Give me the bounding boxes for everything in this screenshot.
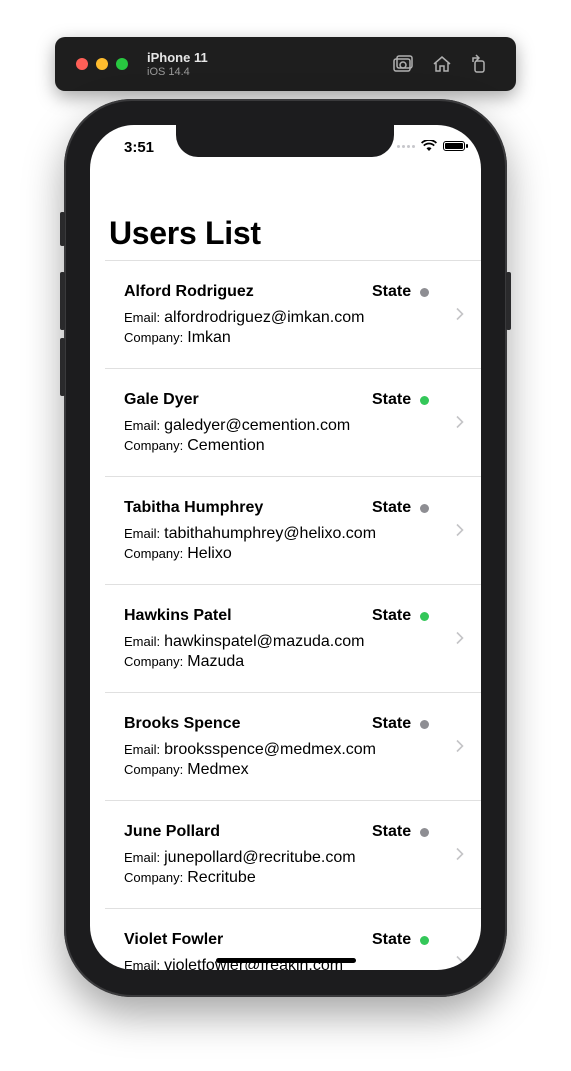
state-label: State [372,283,412,300]
chevron-right-icon [456,847,464,861]
state-indicator [420,288,429,297]
user-name: Brooks Spence [124,715,241,732]
state-label: State [372,715,412,732]
chevron-right-icon [456,523,464,537]
company-line: Company: Helixo [124,545,232,563]
email-label: Email: [124,526,161,541]
company-label: Company: [124,438,184,453]
user-name: Gale Dyer [124,391,199,408]
email-value: junepollard@recritube.com [164,849,356,866]
battery-icon [443,141,468,151]
user-row[interactable]: Alford Rodriguez State Email: alfordrodrigu… [105,260,481,368]
state-label: State [372,823,412,840]
company-value: Mazuda [187,653,245,670]
simulator-os-version: iOS 14.4 [147,66,190,78]
page-title: Users List [109,215,261,251]
notch [176,125,394,157]
user-name: Alford Rodriguez [124,283,254,300]
user-name: Hawkins Patel [124,607,232,624]
state-indicator [420,720,429,729]
state-label: State [372,499,412,516]
power-button [506,272,511,330]
email-value: hawkinspatel@mazuda.com [164,633,365,650]
phone-screen: 3:51 Users List Alford Rodriguez State Ema… [90,125,481,970]
email-label: Email: [124,310,161,325]
email-value: tabithahumphrey@helixo.com [164,525,377,542]
user-name: Tabitha Humphrey [124,499,264,516]
email-label: Email: [124,418,161,433]
company-line: Company: Cemention [124,437,265,455]
status-time: 3:51 [124,139,155,156]
simulator-device-name: iPhone 11 [147,50,208,65]
user-name: June Pollard [124,823,221,840]
state-indicator [420,828,429,837]
company-line: Company: Imkan [124,329,231,347]
company-line: Company: Medmex [124,761,249,779]
users-list: Alford Rodriguez State Email: alfordrodrigu… [105,260,481,970]
simulator-titlebar: iPhone 11 iOS 14.4 [55,37,516,91]
user-row[interactable]: Tabitha Humphrey State Email: tabithahumphr… [105,476,481,584]
state-indicator [420,504,429,513]
email-label: Email: [124,958,161,970]
email-line: Email: junepollard@recritube.com [124,849,356,867]
status-icons [397,140,468,152]
chevron-right-icon [456,307,464,321]
home-icon[interactable] [431,53,453,75]
chevron-right-icon [456,631,464,645]
home-indicator [216,958,356,963]
company-label: Company: [124,546,184,561]
zoom-window-button[interactable] [116,58,128,70]
volume-down-button [60,338,65,396]
user-row[interactable]: Gale Dyer State Email: galedyer@cemention.c… [105,368,481,476]
company-line: Company: Recritube [124,869,256,887]
signal-icon [397,144,415,148]
screenshot-icon[interactable] [392,53,414,75]
company-label: Company: [124,870,184,885]
user-name: Violet Fowler [124,931,224,948]
chevron-right-icon [456,955,464,969]
chevron-right-icon [456,415,464,429]
company-value: Helixo [187,545,232,562]
minimize-window-button[interactable] [96,58,108,70]
mute-switch [60,212,65,246]
company-value: Recritube [187,869,256,886]
rotate-icon[interactable] [468,53,490,75]
state-indicator [420,396,429,405]
state-label: State [372,931,412,948]
email-label: Email: [124,742,161,757]
company-value: Cemention [187,437,265,454]
email-line: Email: hawkinspatel@mazuda.com [124,633,364,651]
state-indicator [420,612,429,621]
user-row[interactable]: Brooks Spence State Email: brooksspence@med… [105,692,481,800]
state-label: State [372,607,412,624]
chevron-right-icon [456,739,464,753]
email-line: Email: brooksspence@medmex.com [124,741,376,759]
company-label: Company: [124,330,184,345]
email-label: Email: [124,850,161,865]
email-line: Email: alfordrodriguez@imkan.com [124,309,364,327]
email-line: Email: galedyer@cemention.com [124,417,350,435]
email-value: alfordrodriguez@imkan.com [164,309,365,326]
company-label: Company: [124,762,184,777]
company-line: Company: Mazuda [124,653,244,671]
company-value: Imkan [187,329,231,346]
company-label: Company: [124,654,184,669]
email-value: brooksspence@medmex.com [164,741,377,758]
company-value: Medmex [187,761,249,778]
user-row[interactable]: Hawkins Patel State Email: hawkinspatel@maz… [105,584,481,692]
volume-up-button [60,272,65,330]
wifi-icon [421,140,437,151]
email-value: galedyer@cemention.com [164,417,351,434]
state-label: State [372,391,412,408]
state-indicator [420,936,429,945]
email-label: Email: [124,634,161,649]
close-window-button[interactable] [76,58,88,70]
user-row[interactable]: June Pollard State Email: junepollard@recri… [105,800,481,908]
email-line: Email: tabithahumphrey@helixo.com [124,525,376,543]
